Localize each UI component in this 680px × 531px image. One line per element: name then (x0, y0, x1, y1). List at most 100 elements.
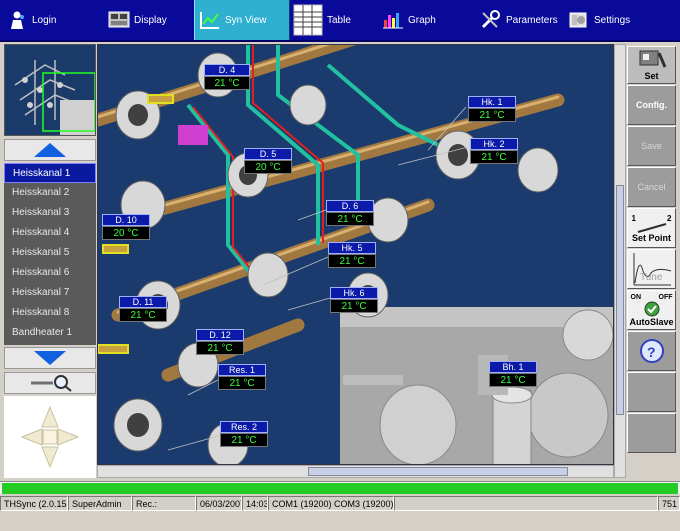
vertical-scrollbar[interactable] (614, 44, 626, 478)
zone-name: D. 12 (196, 329, 244, 341)
zone-temperature: 21 °C (330, 299, 378, 313)
parameters-label: Parameters (506, 14, 558, 26)
zone-tag-d11[interactable]: D. 11 21 °C (119, 296, 167, 322)
scroll-down-button[interactable] (4, 347, 96, 369)
pan-control[interactable] (4, 396, 96, 478)
zone-temperature: 21 °C (220, 433, 268, 447)
table-icon (293, 4, 323, 36)
horizontal-scrollbar[interactable] (97, 465, 614, 478)
zone-name: Hk. 2 (470, 138, 518, 150)
tune-button[interactable]: Tune (627, 249, 676, 289)
zone-tag-hk1[interactable]: Hk. 1 21 °C (468, 96, 516, 122)
zone-name: D. 6 (326, 200, 374, 212)
overview-thumbnail[interactable] (4, 44, 96, 136)
set-tools-icon (639, 50, 666, 68)
config-button[interactable]: Config. (627, 85, 676, 125)
list-item[interactable]: Heisskanal 8 (4, 303, 96, 323)
scroll-up-button[interactable] (4, 139, 96, 161)
list-item[interactable]: Heisskanal 3 (4, 203, 96, 223)
progress-bar (0, 481, 680, 494)
list-item[interactable]: Heisskanal 1 (4, 163, 96, 183)
list-item[interactable]: Heisskanal 6 (4, 263, 96, 283)
status-app-version: THSync (2.0.153) (0, 496, 68, 511)
zone-name: D. 11 (119, 296, 167, 308)
arrow-up-icon (34, 143, 66, 157)
cancel-button[interactable]: Cancel (627, 167, 676, 207)
zone-tag-d5[interactable]: D. 5 20 °C (244, 148, 292, 174)
set-point-button[interactable]: 1 2 Set Point (627, 208, 676, 248)
graph-label: Graph (408, 14, 436, 26)
zone-tag-d6[interactable]: D. 6 21 °C (326, 200, 374, 226)
list-item[interactable]: Heisskanal 5 (4, 243, 96, 263)
zone-tag-d10[interactable]: D. 10 20 °C (102, 214, 150, 240)
wrench-icon (480, 9, 502, 31)
set-point-label: Set Point (631, 232, 671, 243)
autoslave-label: AutoSlave (629, 316, 674, 327)
list-item[interactable]: Heisskanal 4 (4, 223, 96, 243)
autoslave-button[interactable]: ON OFF AutoSlave (627, 290, 676, 330)
zone-tag-d4[interactable]: D. 4 21 °C (204, 64, 250, 90)
list-item[interactable]: Heisskanal 7 (4, 283, 96, 303)
save-button[interactable]: Save (627, 126, 676, 166)
arrow-down-icon (34, 351, 66, 365)
graph-button[interactable]: Graph (380, 0, 476, 40)
login-label: Login (32, 14, 57, 26)
login-button[interactable]: Login (0, 0, 100, 40)
zone-tag-hk2[interactable]: Hk. 2 21 °C (470, 138, 518, 164)
status-date: 06/03/2007 (196, 496, 242, 511)
help-label: ? (647, 344, 656, 360)
right-command-panel: Set Config. Save Cancel 1 2 Set Point Tu… (627, 44, 677, 478)
set-button[interactable]: Set (627, 46, 676, 84)
table-button[interactable]: Table (290, 0, 380, 40)
set-point-scale: 1 2 (632, 214, 672, 223)
save-label: Save (641, 141, 662, 151)
zone-name: Res. 1 (218, 364, 266, 376)
zone-temperature: 21 °C (328, 254, 376, 268)
zone-temperature: 21 °C (468, 108, 516, 122)
zone-name: Hk. 6 (330, 287, 378, 299)
autoslave-switch-labels: ON OFF (631, 294, 673, 301)
zone-temperature: 21 °C (119, 308, 167, 322)
login-icon (6, 9, 28, 31)
status-count: 751 (658, 496, 680, 511)
status-time: 14:03 (242, 496, 268, 511)
vertical-scroll-thumb[interactable] (616, 185, 624, 415)
zone-temperature: 21 °C (196, 341, 244, 355)
zone-name: Res. 2 (220, 421, 268, 433)
zone-tag-d12[interactable]: D. 12 21 °C (196, 329, 244, 355)
zone-temperature: 20 °C (102, 226, 150, 240)
settings-button[interactable]: Settings (568, 0, 680, 40)
left-navigation-panel: Heisskanal 1 Heisskanal 2 Heisskanal 3 H… (4, 44, 96, 478)
tune-label: Tune (640, 272, 663, 283)
zone-temperature: 20 °C (244, 160, 292, 174)
settings-icon (568, 9, 590, 31)
zoom-button[interactable] (4, 372, 96, 394)
horizontal-scroll-thumb[interactable] (308, 467, 568, 476)
set-point-icon (637, 222, 666, 233)
display-button[interactable]: Display (100, 0, 194, 40)
zone-name: Hk. 5 (328, 242, 376, 254)
zone-tag-hk5[interactable]: Hk. 5 21 °C (328, 242, 376, 268)
zone-tag-res2[interactable]: Res. 2 21 °C (220, 421, 268, 447)
zone-name: Bh. 1 (489, 361, 537, 373)
synview-tab[interactable]: Syn View (194, 0, 290, 40)
zone-tag-bh1[interactable]: Bh. 1 21 °C (489, 361, 537, 387)
display-label: Display (134, 14, 167, 26)
zone-tag-res1[interactable]: Res. 1 21 °C (218, 364, 266, 390)
thsync-window: Login Display Syn View Table Graph Param… (0, 0, 680, 531)
parameters-button[interactable]: Parameters (476, 0, 568, 40)
list-item[interactable]: Heisskanal 2 (4, 183, 96, 203)
set-point-2-label: 2 (667, 213, 672, 223)
zone-name: D. 4 (204, 64, 250, 76)
empty-button-2[interactable] (627, 413, 676, 453)
zone-temperature: 21 °C (489, 373, 537, 387)
main-toolbar: Login Display Syn View Table Graph Param… (0, 0, 680, 42)
graph-icon (382, 9, 404, 31)
settings-label: Settings (594, 14, 631, 26)
synoptic-view[interactable]: D. 4 21 °C Hk. 1 21 °C Hk. 2 21 °C D. 5 … (97, 44, 614, 465)
zone-tag-hk6[interactable]: Hk. 6 21 °C (330, 287, 378, 313)
zone-name: D. 5 (244, 148, 292, 160)
list-item[interactable]: Bandheater 1 (4, 323, 96, 343)
help-button[interactable]: ? (627, 331, 676, 371)
empty-button-1[interactable] (627, 372, 676, 412)
